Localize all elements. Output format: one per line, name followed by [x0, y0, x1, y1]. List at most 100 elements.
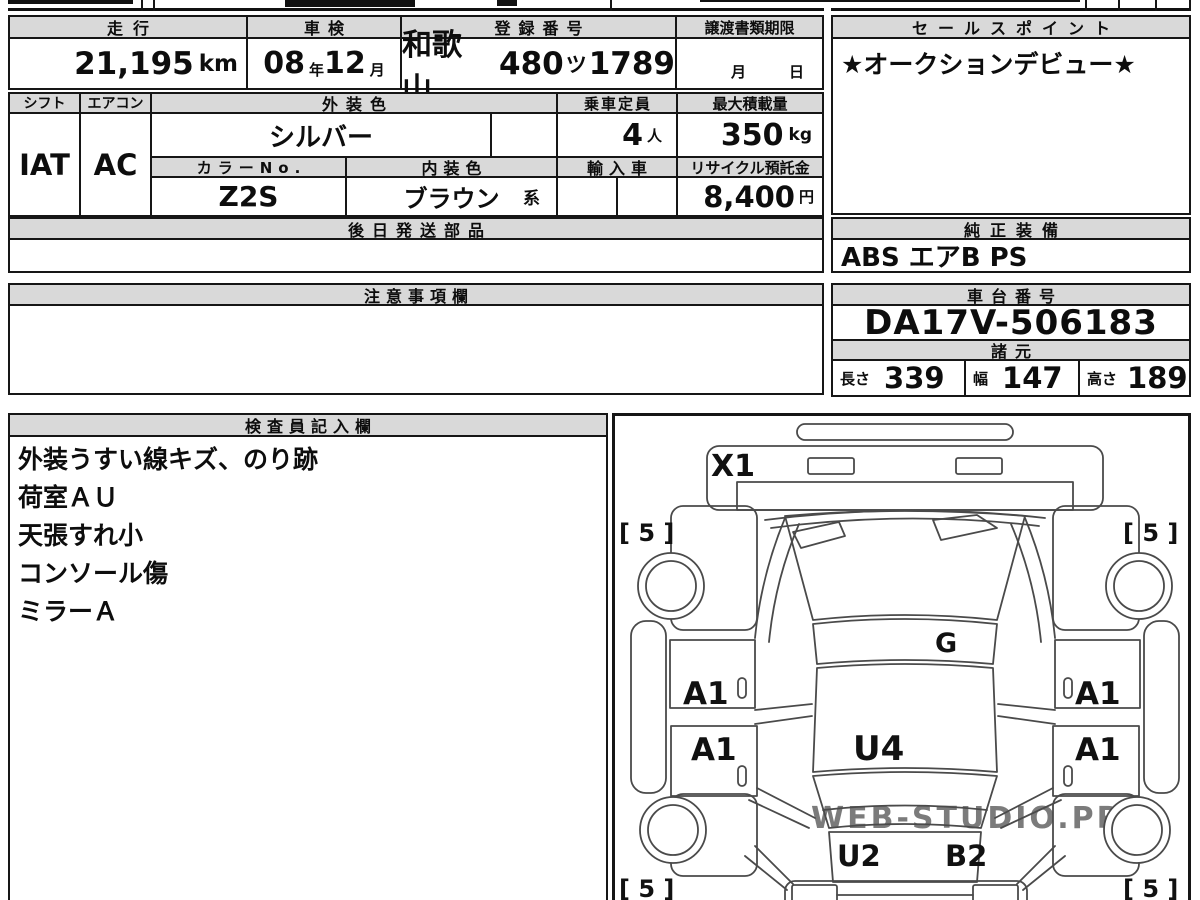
chassis-value: DA17V-506183: [864, 302, 1158, 343]
recycle-unit: 円: [798, 188, 814, 206]
recycle-value: 8,400: [703, 179, 795, 214]
taillight-right-shape: [972, 884, 1019, 900]
pillar-rear-left: [748, 787, 816, 829]
inspection-date-cell: 08 年 12 月: [246, 37, 402, 90]
aircon-cell: AC: [79, 112, 152, 217]
interior-color-value: ブラウン: [403, 185, 500, 213]
interior-color-header: 内装色: [345, 156, 558, 178]
door-handle-icon: [1063, 677, 1073, 699]
inspector-header: 検査員記入欄: [8, 413, 608, 437]
inspection-header: 車検: [246, 15, 402, 39]
sales-point-header: セールスポイント: [831, 15, 1191, 39]
import-cell-1: [556, 176, 618, 217]
pillar-front-left: [754, 517, 800, 643]
interior-color-cell: ブラウン 系: [345, 176, 558, 217]
capacity-cell: 4 人: [556, 112, 678, 158]
car-diagram: WEB-STUDIO.PRO X1 G U4 U2 B2 A1 A1 A1 A1…: [619, 423, 1180, 900]
caution-header: 注意事項欄: [8, 283, 824, 306]
inspector-note-line: 外装うすい線キズ、のり跡: [18, 445, 319, 474]
mileage-unit: km: [198, 50, 238, 77]
spec-length-value: 339: [884, 361, 945, 395]
payload-unit: kg: [788, 125, 812, 145]
wheel-rear-left: [639, 796, 707, 864]
corner-rear-left: [744, 845, 794, 891]
pillar-front-right: [1010, 517, 1056, 643]
tire-grade-rear-left: [ 5 ]: [619, 875, 674, 900]
spec-height-cell: 高さ 189: [1078, 359, 1191, 397]
capacity-value: 4: [622, 117, 643, 153]
color-no-header: カラーNo.: [150, 156, 347, 178]
door-handle-icon: [737, 677, 747, 699]
spec-length-label: 長さ: [840, 369, 871, 388]
interior-color-suffix: 系: [523, 189, 540, 209]
sill-left-shape: [630, 620, 667, 794]
registration-kana: ツ: [565, 52, 587, 77]
mark-door-rear-right: A1: [1075, 732, 1121, 768]
shift-header: シフト: [8, 92, 81, 114]
mark-door-front-right: A1: [1075, 676, 1121, 712]
inspector-note-line: 荷室ＡＵ: [18, 483, 119, 512]
color-no-cell: Z2S: [150, 176, 347, 217]
sales-point-value: ★オークションデビュー★: [841, 50, 1136, 79]
inspection-month: 12: [324, 46, 366, 81]
mileage-cell: 21,195 km: [8, 37, 248, 90]
rear-bumper-bar: [836, 894, 974, 896]
exterior-color-sub-cell: [490, 112, 558, 158]
mark-door-rear-left: A1: [691, 732, 737, 768]
exterior-color-header: 外装色: [150, 92, 558, 114]
color-no-value: Z2S: [218, 180, 279, 213]
inspector-note-line: コンソール傷: [18, 559, 169, 588]
transfer-deadline-header: 譲渡書類期限: [675, 15, 824, 39]
mark-door-front-left: A1: [683, 676, 729, 712]
spec-height-value: 189: [1127, 361, 1188, 395]
mark-rear-left: U2: [837, 839, 881, 873]
mark-rear-right: B2: [945, 839, 987, 873]
equipment-cell: ABS エアB PS: [831, 238, 1191, 273]
sales-point-cell: ★オークションデビュー★: [831, 37, 1191, 215]
month-unit: 月: [369, 61, 385, 79]
headlight-left-shape: [807, 457, 855, 475]
roof-front-band: [812, 618, 998, 665]
inspection-year: 08: [263, 46, 305, 81]
transfer-day-label: 日: [789, 63, 805, 81]
door-handle-icon: [737, 765, 747, 787]
registration-cell: 和歌山 480 ツ 1789: [400, 28, 677, 107]
cowl-shape: [736, 481, 1074, 511]
spec-width-label: 幅: [973, 369, 989, 388]
year-unit: 年: [308, 61, 324, 79]
import-cell-2: [616, 176, 678, 217]
inspector-note-line: ミラーＡ: [18, 597, 119, 626]
wiper-blade-left: [792, 521, 846, 549]
caution-cell: [8, 304, 824, 395]
mileage-header: 走行: [8, 15, 248, 39]
windshield-shape: [784, 510, 1026, 621]
exterior-color-value: シルバー: [268, 122, 373, 153]
recycle-cell: 8,400 円: [676, 176, 824, 217]
chassis-cell: DA17V-506183: [831, 302, 1191, 343]
spec-width-value: 147: [1002, 361, 1063, 395]
shift-value: IAT: [19, 147, 70, 182]
pillar-mid-left: [754, 703, 813, 725]
registration-number: 1789: [588, 45, 675, 82]
mark-windshield: G: [935, 628, 957, 659]
spec-width-cell: 幅 147: [964, 359, 1080, 397]
mark-roof: U4: [853, 729, 904, 769]
exterior-color-cell: シルバー: [150, 112, 492, 158]
aircon-header: エアコン: [79, 92, 152, 114]
transfer-month-label: 月: [731, 63, 747, 81]
tire-grade-front-left: [ 5 ]: [619, 519, 674, 547]
wiper-blade-right: [932, 514, 998, 541]
specs-header: 諸元: [831, 339, 1191, 361]
import-header: 輸入車: [556, 156, 678, 178]
capacity-header: 乗車定員: [556, 92, 678, 114]
wheel-front-left: [637, 552, 705, 620]
inspector-notes-cell: 外装うすい線キズ、のり跡 荷室ＡＵ 天張すれ小 コンソール傷 ミラーＡ: [8, 435, 608, 900]
aircon-value: AC: [93, 147, 138, 182]
wheel-rear-right: [1103, 796, 1171, 864]
headlight-right-shape: [955, 457, 1003, 475]
tire-grade-front-right: [ 5 ]: [1123, 519, 1178, 547]
parts-cell: [8, 238, 824, 273]
front-bumper-shape: [796, 423, 1014, 441]
auction-sheet: 走行 車検 登録番号 譲渡書類期限 セールスポイント 21,195 km 08 …: [0, 0, 1200, 900]
tire-grade-rear-right: [ 5 ]: [1123, 875, 1178, 900]
